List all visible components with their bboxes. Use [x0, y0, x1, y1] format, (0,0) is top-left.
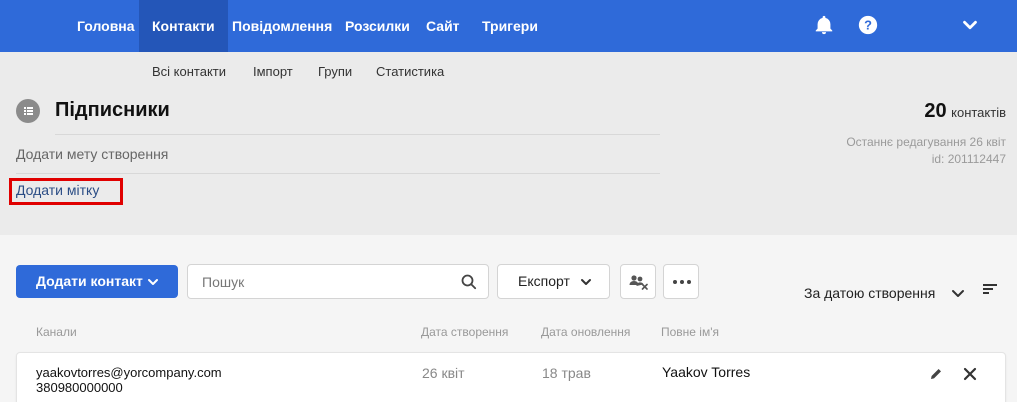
nav-item-home[interactable]: Головна: [64, 0, 148, 52]
help-icon[interactable]: ?: [857, 14, 879, 36]
nav-item-contacts[interactable]: Контакти: [139, 0, 228, 52]
last-edit-text: Останнє редагування 26 квіт: [846, 135, 1006, 149]
search-input[interactable]: [188, 265, 438, 298]
more-button[interactable]: [663, 264, 699, 299]
add-goal-field[interactable]: Додати мету створення: [16, 146, 168, 162]
nav-item-site[interactable]: Сайт: [413, 0, 473, 52]
search-icon[interactable]: [461, 274, 477, 290]
subnav-groups[interactable]: Групи: [318, 64, 352, 79]
count-number: 20: [924, 100, 947, 122]
updated-date: 18 трав: [542, 365, 591, 381]
contact-email[interactable]: yaakovtorres@yorcompany.com: [36, 365, 222, 380]
export-label: Експорт: [518, 273, 570, 289]
divider: [16, 173, 660, 174]
export-button[interactable]: Експорт: [497, 264, 610, 299]
add-contact-label: Додати контакт: [36, 273, 143, 289]
contact-full-name[interactable]: Yaakov Torres: [662, 364, 750, 380]
bell-icon[interactable]: [813, 14, 835, 36]
sort-icon[interactable]: [982, 283, 998, 295]
group-remove-button[interactable]: [620, 264, 656, 299]
column-header-channels[interactable]: Канали: [36, 325, 77, 339]
list-icon: [16, 99, 40, 123]
chevron-down-icon[interactable]: [959, 14, 981, 36]
table-row[interactable]: yaakovtorres@yorcompany.com 380980000000…: [16, 352, 1006, 402]
sort-select[interactable]: За датою створення: [804, 285, 935, 301]
page-title: Підписники: [55, 99, 170, 121]
nav-item-messages[interactable]: Повідомлення: [219, 0, 345, 52]
divider: [55, 134, 660, 135]
created-date: 26 квіт: [422, 365, 465, 381]
more-icon: [673, 280, 691, 284]
count-label: контактів: [951, 105, 1006, 120]
svg-text:?: ?: [864, 18, 872, 33]
column-header-created[interactable]: Дата створення: [421, 325, 508, 339]
top-nav: Головна Контакти Повідомлення Розсилки С…: [0, 0, 1017, 52]
chevron-down-icon[interactable]: [951, 288, 965, 298]
column-header-updated[interactable]: Дата оновлення: [541, 325, 630, 339]
edit-icon[interactable]: [929, 367, 943, 381]
column-header-full-name[interactable]: Повне ім'я: [661, 325, 719, 339]
subnav-all-contacts[interactable]: Всі контакти: [152, 64, 226, 79]
subnav-statistics[interactable]: Статистика: [376, 64, 444, 79]
contact-phone: 380980000000: [36, 380, 123, 395]
close-icon[interactable]: [963, 367, 977, 381]
chevron-down-icon: [581, 279, 591, 285]
add-contact-button[interactable]: Додати контакт: [16, 265, 178, 298]
contacts-count: 20 контактів: [924, 100, 1006, 123]
search-box[interactable]: [187, 264, 489, 299]
add-tag-link[interactable]: Додати мітку: [16, 182, 99, 198]
chevron-down-icon: [148, 279, 158, 285]
subnav-import[interactable]: Імпорт: [253, 64, 293, 79]
nav-item-campaigns[interactable]: Розсилки: [332, 0, 423, 52]
group-remove-icon: [629, 275, 648, 290]
list-id-text: id: 201112447: [931, 152, 1006, 166]
nav-item-triggers[interactable]: Тригери: [469, 0, 551, 52]
